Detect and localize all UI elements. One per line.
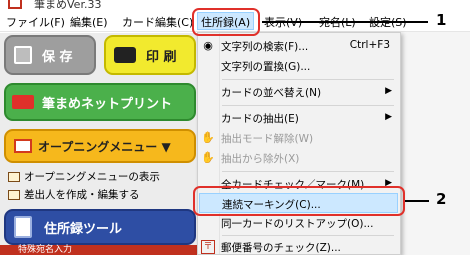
postal-icon: 〒 [201,240,215,254]
callout-box-menu [192,8,260,36]
menu-separator [222,235,394,236]
menu-item-label: 抽出モード解除(W) [221,133,314,145]
menu-item-label: 同一カードのリストアップ(O)... [221,218,374,230]
menu-item-label: 郵便番号のチェック(Z)... [221,242,341,254]
workspace-background [401,32,470,255]
app-icon [8,0,22,9]
netprint-button[interactable]: 筆まめネットプリント [4,83,196,121]
menu-item-postal-check[interactable]: 〒 郵便番号のチェック(Z)... [198,237,400,255]
menu-separator [222,79,394,80]
binoculars-icon: ◉ [203,39,213,52]
menu-item-exclude[interactable]: ✋ 抽出から除外(X) [198,148,400,168]
menu-item-extract[interactable]: カードの抽出(E) ▶ [198,108,400,128]
callout-box-item [193,186,405,216]
opening-menu-button[interactable]: オープニングメニュー ▼ [4,129,196,163]
menu-separator [222,171,394,172]
opening-label: オープニングメニュー ▼ [38,139,171,154]
submenu-arrow-icon: ▶ [385,86,392,96]
menu-item-replace[interactable]: 文字列の置換(G)... [198,56,400,76]
submenu-arrow-icon: ▶ [385,112,392,122]
callout-line-2 [405,200,429,202]
menu-item-label: 抽出から除外(X) [221,153,300,165]
print-button[interactable]: 印 刷 [104,35,196,75]
sidebar-bottom-label: 特殊宛名入力 [18,245,73,255]
callout-line-1 [262,21,428,23]
book-icon [14,216,32,238]
menu-item-cancel-extract[interactable]: ✋ 抽出モード解除(W) [198,128,400,148]
address-tool-label: 住所録ツール [44,221,123,237]
menu-item-shortcut: Ctrl+F3 [349,39,390,51]
menu-grid-icon [14,139,32,153]
save-label: 保 存 [42,49,73,65]
menu-item-label: カードの抽出(E) [221,113,299,125]
sidebar: 保 存 印 刷 筆まめネットプリント オープニングメニュー ▼ オープニングメニ… [0,33,200,255]
menu-item-label: 文字列の検索(F)... [221,41,309,53]
truck-icon [12,95,34,109]
sidebar-item-label: 差出人を作成・編集する [24,189,140,201]
save-button[interactable]: 保 存 [4,35,96,75]
menu-item-label: 文字列の置換(G)... [221,61,311,73]
netprint-label: 筆まめネットプリント [42,96,173,112]
sidebar-bottom-bar: 特殊宛名入力 [0,245,200,255]
address-book-dropdown: ◉ 文字列の検索(F)... Ctrl+F3 文字列の置換(G)... カードの… [197,32,401,255]
menu-edit[interactable]: 編集(E) [70,14,108,30]
menu-item-label: カードの並べ替え(N) [221,87,322,99]
menu-separator [222,105,394,106]
app-window: 筆まめVer.33 ファイル(F) 編集(E) カード編集(C) 住所録(A) … [0,0,470,255]
disk-icon [14,46,32,64]
address-tool-button[interactable]: 住所録ツール [4,209,196,245]
window-icon [8,171,20,182]
sidebar-item-label: オープニングメニューの表示 [24,171,160,183]
callout-number-2: 2 [436,190,447,208]
hand-icon: ✋ [201,131,215,144]
callout-number-1: 1 [436,11,447,29]
sender-icon [8,189,20,200]
hand-icon: ✋ [201,151,215,164]
printer-icon [114,47,136,63]
menu-file[interactable]: ファイル(F) [6,14,65,30]
sidebar-item-sender[interactable]: 差出人を作成・編集する [8,187,140,202]
print-label: 印 刷 [146,49,177,65]
sidebar-item-opening-menu[interactable]: オープニングメニューの表示 [8,169,160,184]
menu-item-find[interactable]: ◉ 文字列の検索(F)... Ctrl+F3 [198,36,400,56]
menu-item-sort[interactable]: カードの並べ替え(N) ▶ [198,82,400,102]
menu-item-list-same[interactable]: 同一カードのリストアップ(O)... [198,213,400,233]
menu-card-edit[interactable]: カード編集(C) [122,14,193,30]
